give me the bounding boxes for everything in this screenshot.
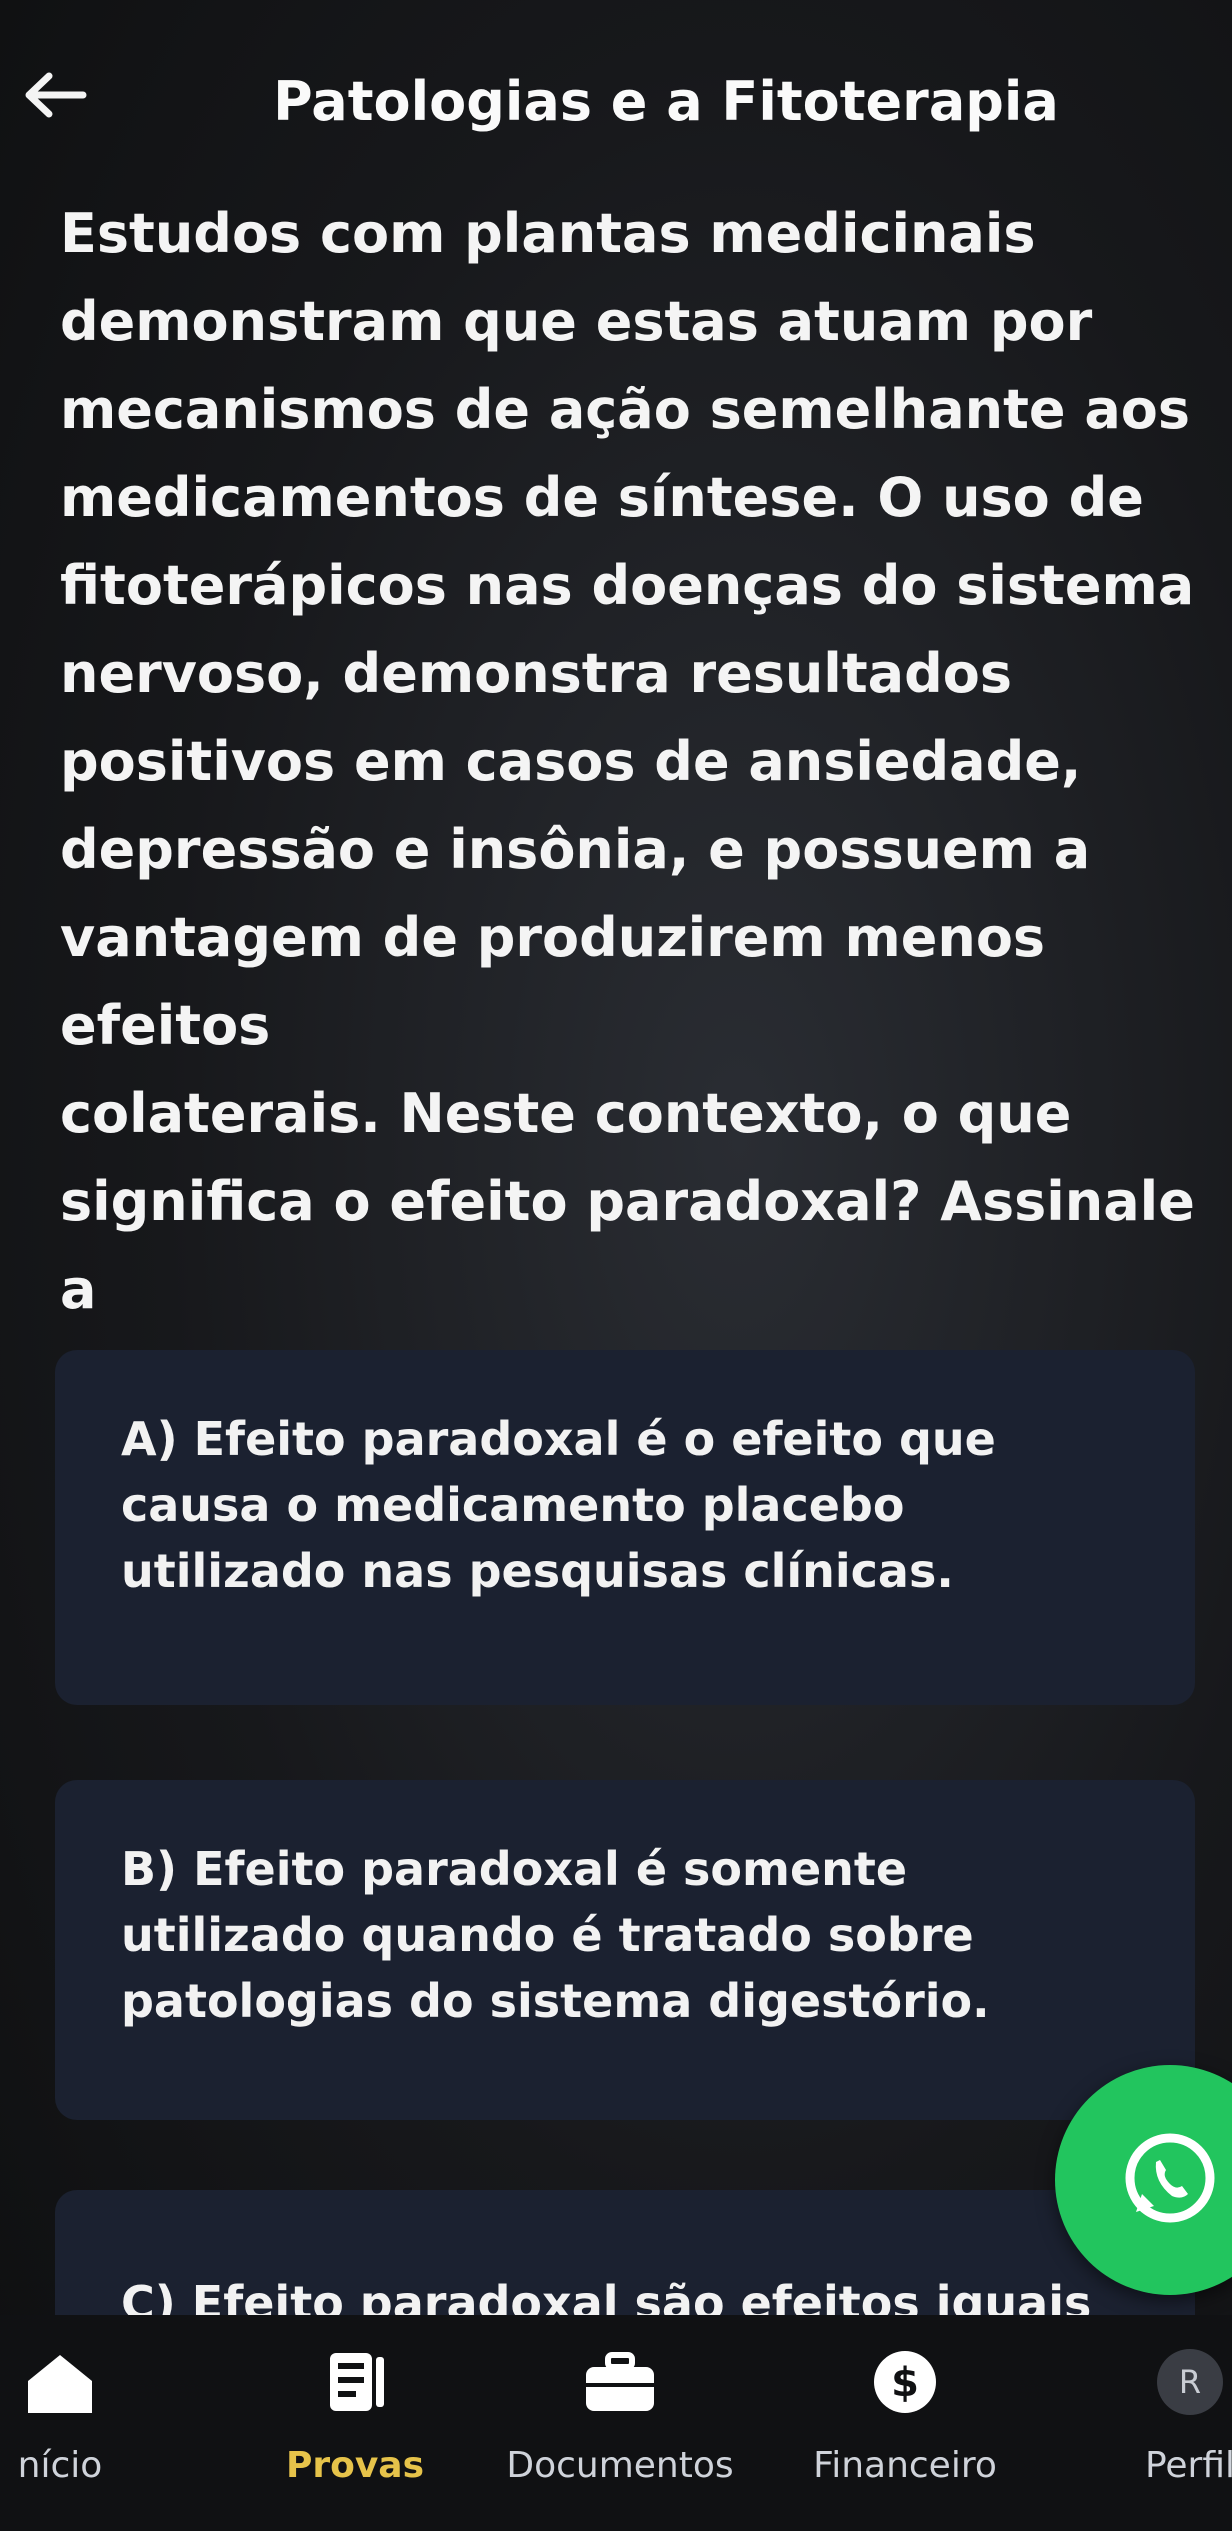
option-b[interactable]: B) Efeito paradoxal é somente utilizado … <box>55 1780 1195 2120</box>
profile-icon: R <box>1150 2347 1230 2417</box>
avatar: R <box>1157 2349 1223 2415</box>
bottom-nav: nício Provas Documentos $ Financeiro R P… <box>0 2315 1232 2531</box>
nav-label-perfil: Perfil <box>1144 2445 1232 2486</box>
whatsapp-icon <box>1125 2133 1215 2223</box>
top-bar: Patologias e a Fitoterapia <box>0 40 1232 160</box>
svg-text:$: $ <box>891 2360 919 2406</box>
avatar-letter: R <box>1178 2363 1202 2401</box>
page-title: Patologias e a Fitoterapia <box>273 70 1059 133</box>
nav-item-documentos[interactable]: Documentos <box>490 2315 750 2531</box>
arrow-left-icon <box>25 72 87 118</box>
option-a-text: A) Efeito paradoxal é o efeito que causa… <box>121 1412 996 1598</box>
dollar-icon: $ <box>865 2347 945 2417</box>
nav-item-inicio[interactable]: nício <box>0 2315 190 2531</box>
nav-label-provas: Provas <box>285 2445 425 2486</box>
nav-item-perfil[interactable]: R Perfil <box>1060 2315 1232 2531</box>
home-icon <box>20 2347 100 2417</box>
nav-item-financeiro[interactable]: $ Financeiro <box>775 2315 1035 2531</box>
nav-item-provas[interactable]: Provas <box>225 2315 485 2531</box>
nav-label-inicio: nício <box>17 2445 103 2486</box>
exam-icon <box>315 2347 395 2417</box>
back-button[interactable] <box>10 60 100 130</box>
app-screen: Patologias e a Fitoterapia Estudos com p… <box>0 0 1232 2531</box>
briefcase-icon <box>580 2347 660 2417</box>
option-a[interactable]: A) Efeito paradoxal é o efeito que causa… <box>55 1350 1195 1705</box>
nav-label-financeiro: Financeiro <box>813 2445 997 2486</box>
option-b-text: B) Efeito paradoxal é somente utilizado … <box>121 1842 990 2028</box>
nav-label-documentos: Documentos <box>506 2445 734 2486</box>
